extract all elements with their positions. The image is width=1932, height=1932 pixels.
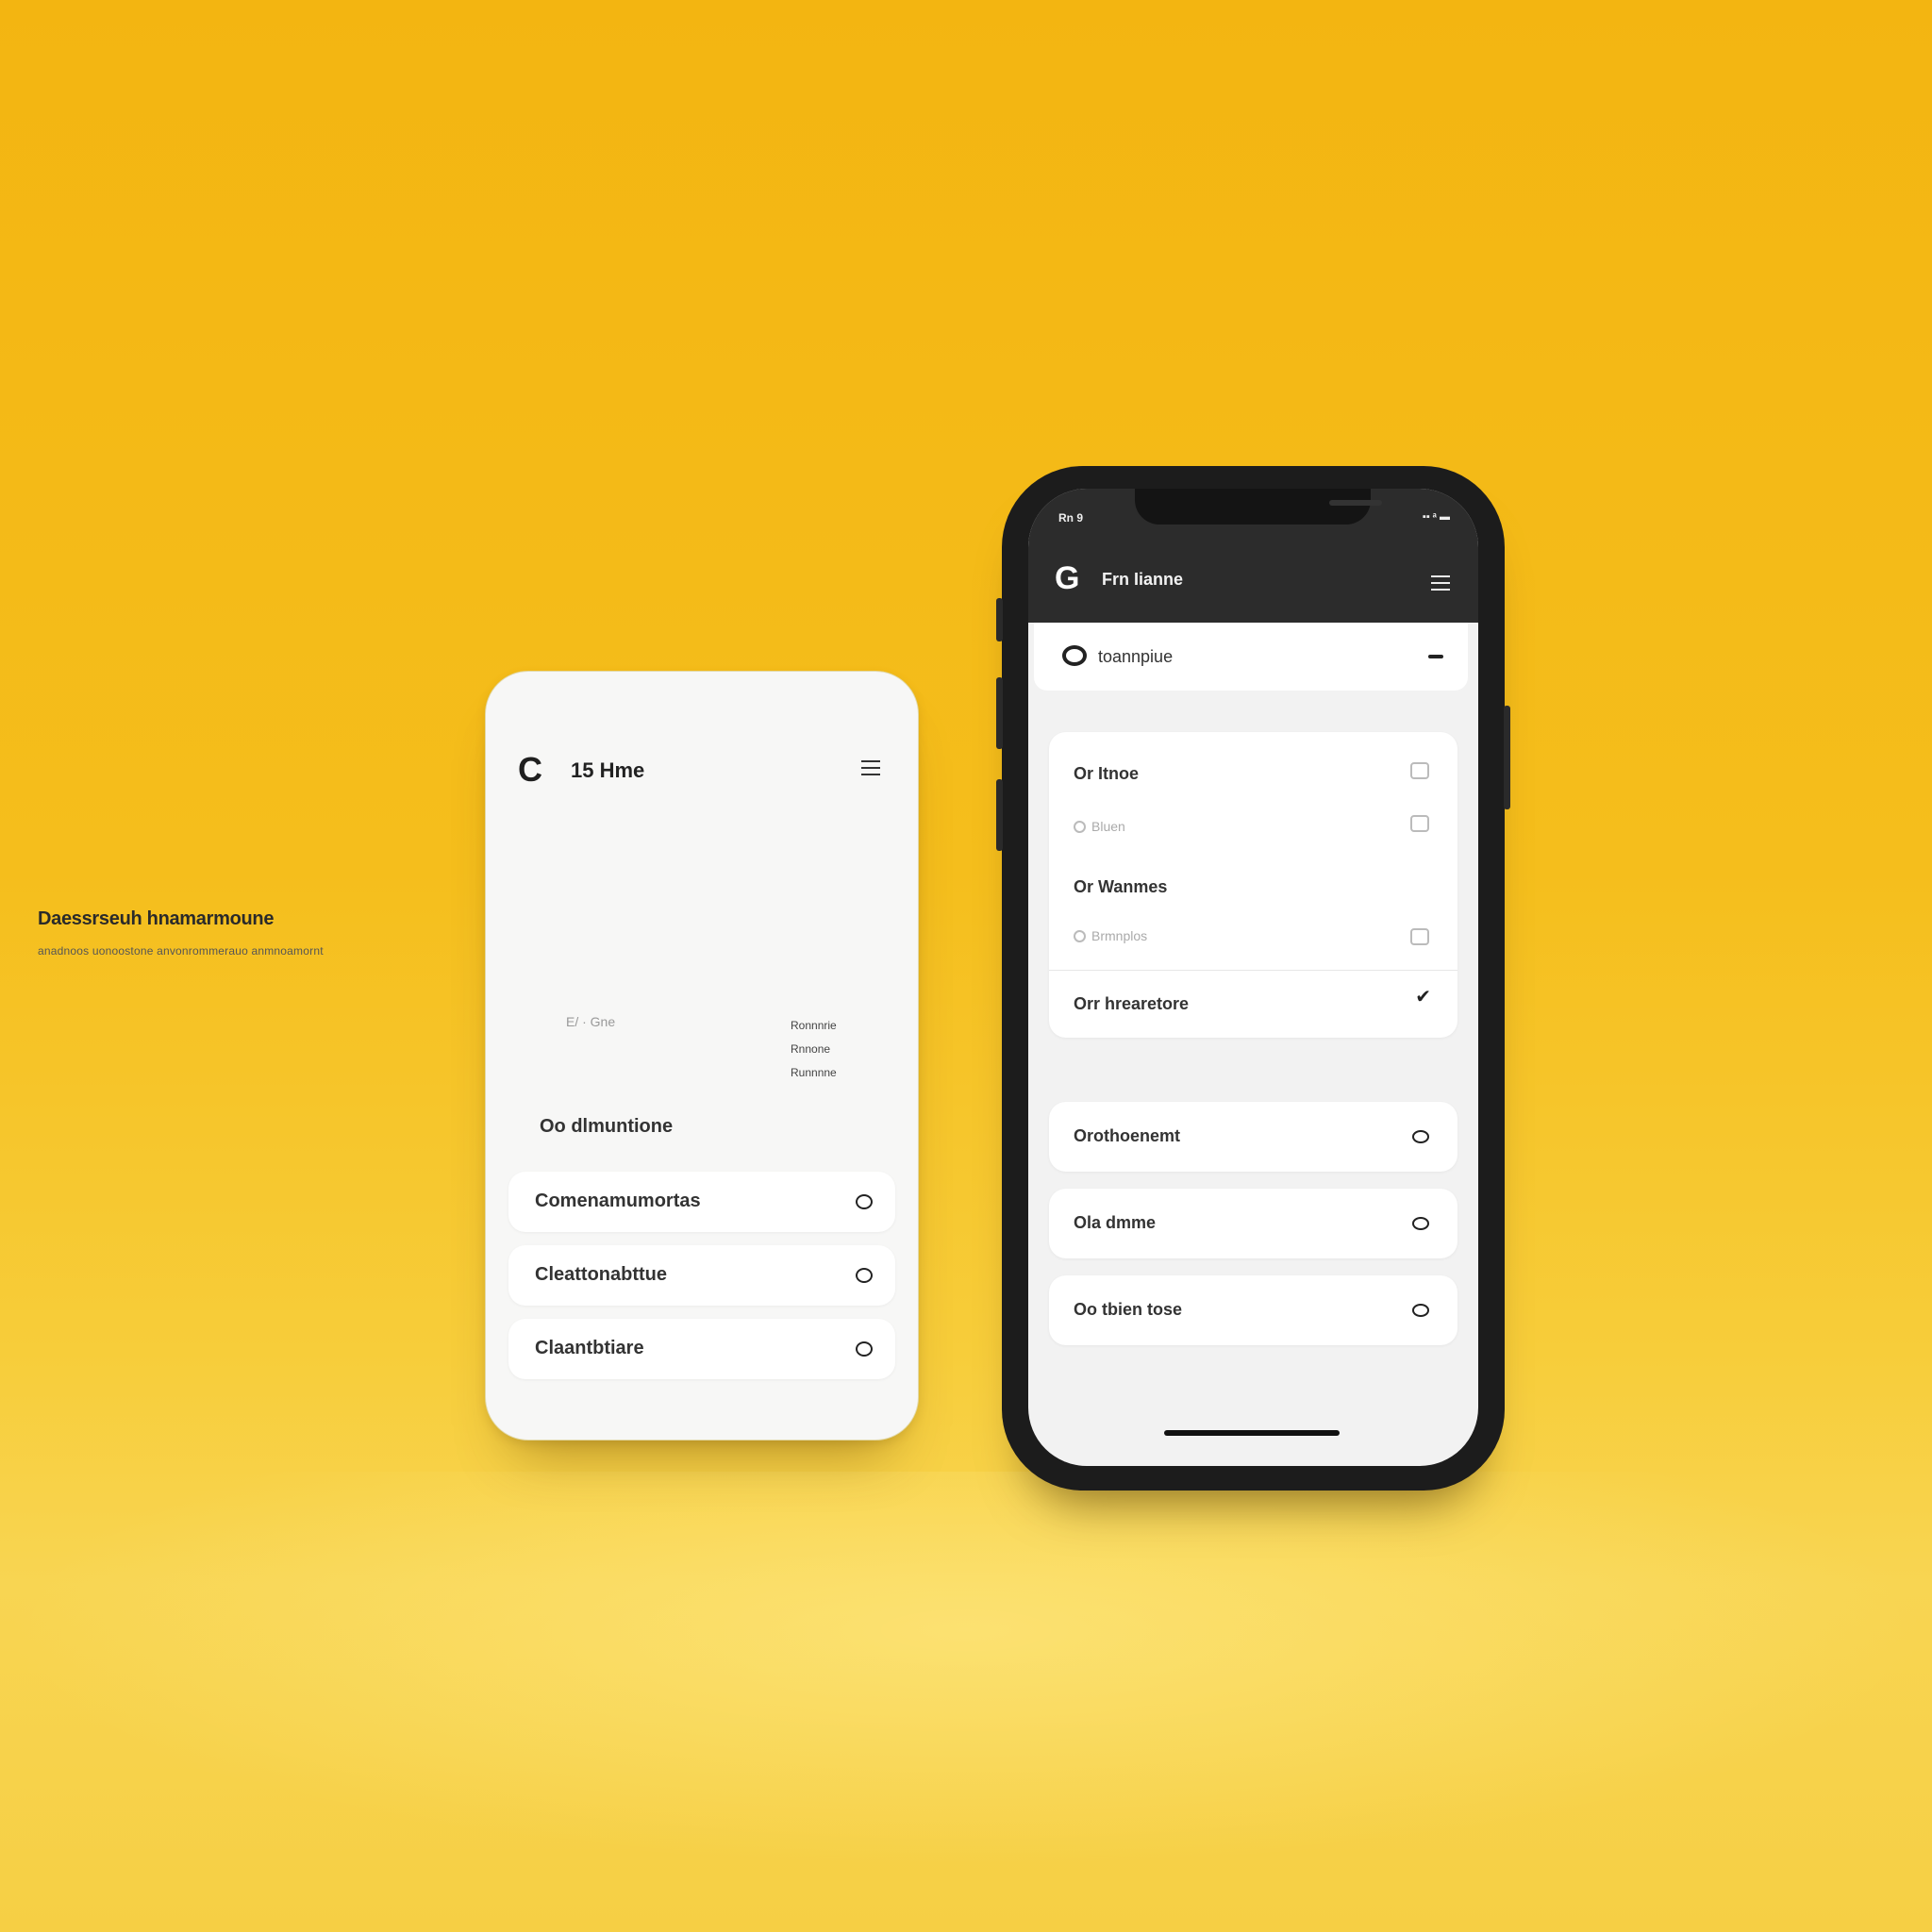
phone-side-button [996,598,1003,641]
app-logo-icon: C [518,750,542,789]
phone-list-item[interactable]: Ola dmme [1049,1189,1457,1258]
phone-list-item-label: Ola dmme [1074,1213,1157,1232]
phone-screen: Rn 9 ▪▪ ᵃ ▬ G Frn Iianne toannpiue Or It… [1028,489,1478,1466]
floor-glow [0,1472,1932,1868]
checkbox-icon[interactable] [1410,928,1429,945]
phone-side-button [996,677,1003,749]
speaker-grille [1329,500,1382,506]
option-sub-label: Brmnplos [1091,928,1148,943]
filter-label: toannpiue [1098,647,1174,666]
option-label[interactable]: Or Wanmes [1074,877,1167,897]
card-meta-list: Ronnnrie Rnnone Runnnne [791,1014,837,1085]
app-top-bar: Rn 9 ▪▪ ᵃ ▬ G Frn Iianne [1028,489,1478,623]
app-logo-icon: G [1055,560,1080,596]
toggle-icon[interactable] [1062,645,1087,666]
radio-icon[interactable] [856,1194,873,1209]
card-list-item-label: Comenamumortas [535,1191,701,1211]
selected-option-label[interactable]: Orr hrearetore [1074,994,1189,1014]
hamburger-menu-icon[interactable] [1431,575,1450,591]
options-card: Or Itnoe Bluen Or Wanmes Brmnplos Orr hr… [1049,732,1457,1038]
card-list-item[interactable]: Claantbtiare [508,1319,895,1379]
radio-icon[interactable] [1412,1130,1429,1143]
option-sub-label: Bluen [1091,819,1125,834]
home-indicator[interactable] [1164,1430,1340,1436]
radio-icon[interactable] [1412,1217,1429,1230]
card-heading: Daessrseuh hnamarmoune [38,908,275,929]
card-meta-left: E/ · Gne [566,1014,616,1029]
nav-title: Frn Iianne [1102,570,1184,589]
checkbox-icon[interactable] [1410,815,1429,832]
card-header: C 15 Hme [518,753,888,791]
phone-list-item[interactable]: Orothoenemt [1049,1102,1457,1172]
card-subtitle: anadnoos uonoostone anvonrommerauo anmno… [38,944,324,958]
phone-list-item-label: Oo tbien tose [1074,1300,1183,1319]
card-list-item[interactable]: Comenamumortas [508,1172,895,1232]
status-time: Rn 9 [1058,511,1084,525]
checkbox-icon[interactable] [1410,762,1429,779]
phone-power-button [1504,706,1510,809]
radio-icon[interactable] [1412,1304,1429,1317]
card-list-item[interactable]: Cleattonabttue [508,1245,895,1306]
meta-item: Rnnone [791,1042,831,1056]
phone-notch [1135,489,1382,525]
card-section-title: Oo dlmuntione [540,1116,674,1137]
status-icons: ▪▪ ᵃ ▬ [1422,511,1450,523]
meta-item: Ronnnrie [791,1019,837,1032]
filter-row[interactable]: toannpiue [1034,623,1468,691]
option-sub: Brmnplos [1074,928,1147,943]
checkmark-icon: ✔ [1415,987,1431,1008]
phone-device: Rn 9 ▪▪ ᵃ ▬ G Frn Iianne toannpiue Or It… [996,466,1510,1491]
radio-icon[interactable] [856,1341,873,1357]
card-title: 15 Hme [571,758,645,782]
option-label[interactable]: Or Itnoe [1074,764,1139,784]
divider [1049,970,1457,971]
phone-list-item[interactable]: Oo tbien tose [1049,1275,1457,1345]
hamburger-menu-icon[interactable] [861,760,880,777]
radio-icon[interactable] [1074,930,1086,942]
collapse-icon[interactable] [1428,655,1443,658]
phone-list-item-label: Orothoenemt [1074,1126,1181,1145]
radio-icon[interactable] [1074,821,1086,833]
option-sub: Bluen [1074,819,1125,834]
card-list-item-label: Cleattonabttue [535,1264,667,1285]
card-list-item-label: Claantbtiare [535,1338,644,1358]
meta-item: Runnnne [791,1066,837,1079]
phone-side-button [996,779,1003,851]
radio-icon[interactable] [856,1268,873,1283]
